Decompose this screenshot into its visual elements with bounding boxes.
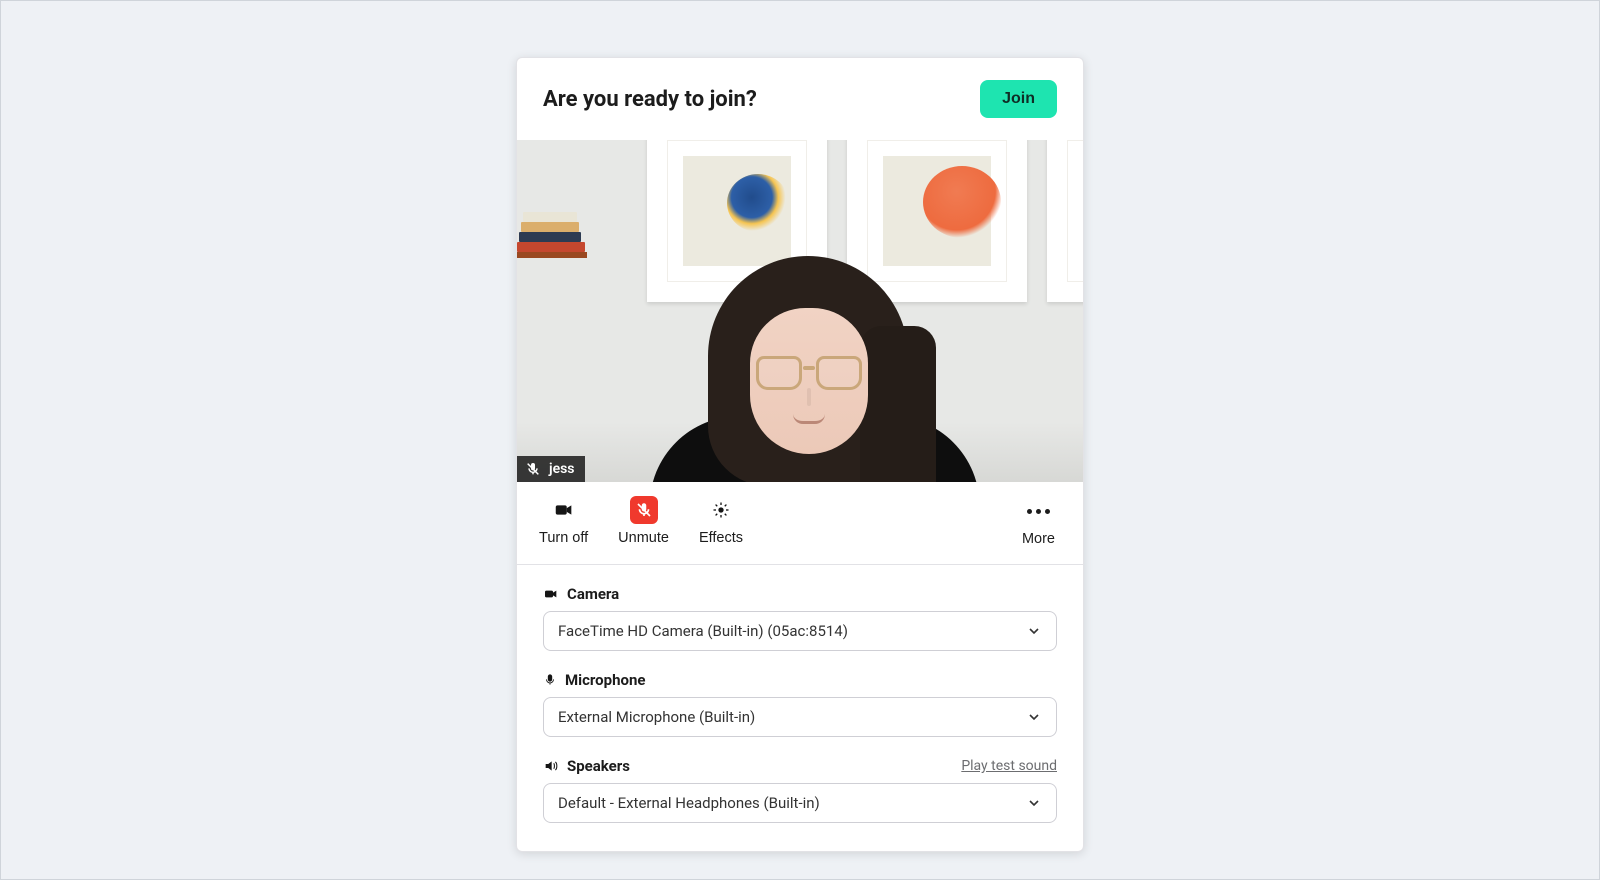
- microphone-select[interactable]: External Microphone (Built-in): [543, 697, 1057, 737]
- camera-select-value: FaceTime HD Camera (Built-in) (05ac:8514…: [558, 622, 848, 640]
- more-button[interactable]: More: [1016, 496, 1061, 548]
- muted-mic-icon: [525, 461, 541, 477]
- camera-label: Camera: [567, 585, 619, 603]
- participant-name-pill: jess: [517, 456, 585, 482]
- sparkle-icon: [707, 496, 735, 524]
- speakers-field: Speakers Play test sound Default - Exter…: [543, 757, 1057, 823]
- mic-muted-icon: [630, 496, 658, 524]
- test-sound-link[interactable]: Play test sound: [961, 758, 1057, 774]
- camera-select[interactable]: FaceTime HD Camera (Built-in) (05ac:8514…: [543, 611, 1057, 651]
- camera-small-icon: [543, 586, 559, 602]
- mic-toggle-button[interactable]: Unmute: [618, 496, 669, 546]
- speakers-select[interactable]: Default - External Headphones (Built-in): [543, 783, 1057, 823]
- participant-name: jess: [549, 461, 575, 477]
- action-bar: Turn off Unmute: [517, 482, 1083, 565]
- microphone-small-icon: [543, 673, 557, 687]
- microphone-select-value: External Microphone (Built-in): [558, 708, 755, 726]
- chevron-down-icon: [1026, 623, 1042, 639]
- effects-button[interactable]: Effects: [699, 496, 743, 546]
- prejoin-card: Are you ready to join? Join: [516, 57, 1084, 852]
- effects-label: Effects: [699, 530, 743, 546]
- more-icon: [1027, 497, 1050, 525]
- chevron-down-icon: [1026, 709, 1042, 725]
- speakers-label: Speakers: [567, 757, 630, 775]
- camera-toggle-button[interactable]: Turn off: [539, 496, 588, 546]
- chevron-down-icon: [1026, 795, 1042, 811]
- background-books: [517, 200, 597, 258]
- device-section: Camera FaceTime HD Camera (Built-in) (05…: [517, 565, 1083, 851]
- self-view-avatar: [708, 256, 908, 482]
- speakers-select-value: Default - External Headphones (Built-in): [558, 794, 820, 812]
- microphone-label: Microphone: [565, 671, 645, 689]
- microphone-field: Microphone External Microphone (Built-in…: [543, 671, 1057, 737]
- mic-toggle-label: Unmute: [618, 530, 669, 546]
- camera-field: Camera FaceTime HD Camera (Built-in) (05…: [543, 585, 1057, 651]
- video-preview: jess: [517, 140, 1083, 482]
- speaker-small-icon: [543, 758, 559, 774]
- camera-icon: [550, 496, 578, 524]
- more-label: More: [1022, 531, 1055, 547]
- background-frame-far: [1047, 140, 1083, 302]
- card-header: Are you ready to join? Join: [517, 58, 1083, 140]
- page-title: Are you ready to join?: [543, 87, 757, 112]
- camera-toggle-label: Turn off: [539, 530, 588, 546]
- join-button[interactable]: Join: [980, 80, 1057, 118]
